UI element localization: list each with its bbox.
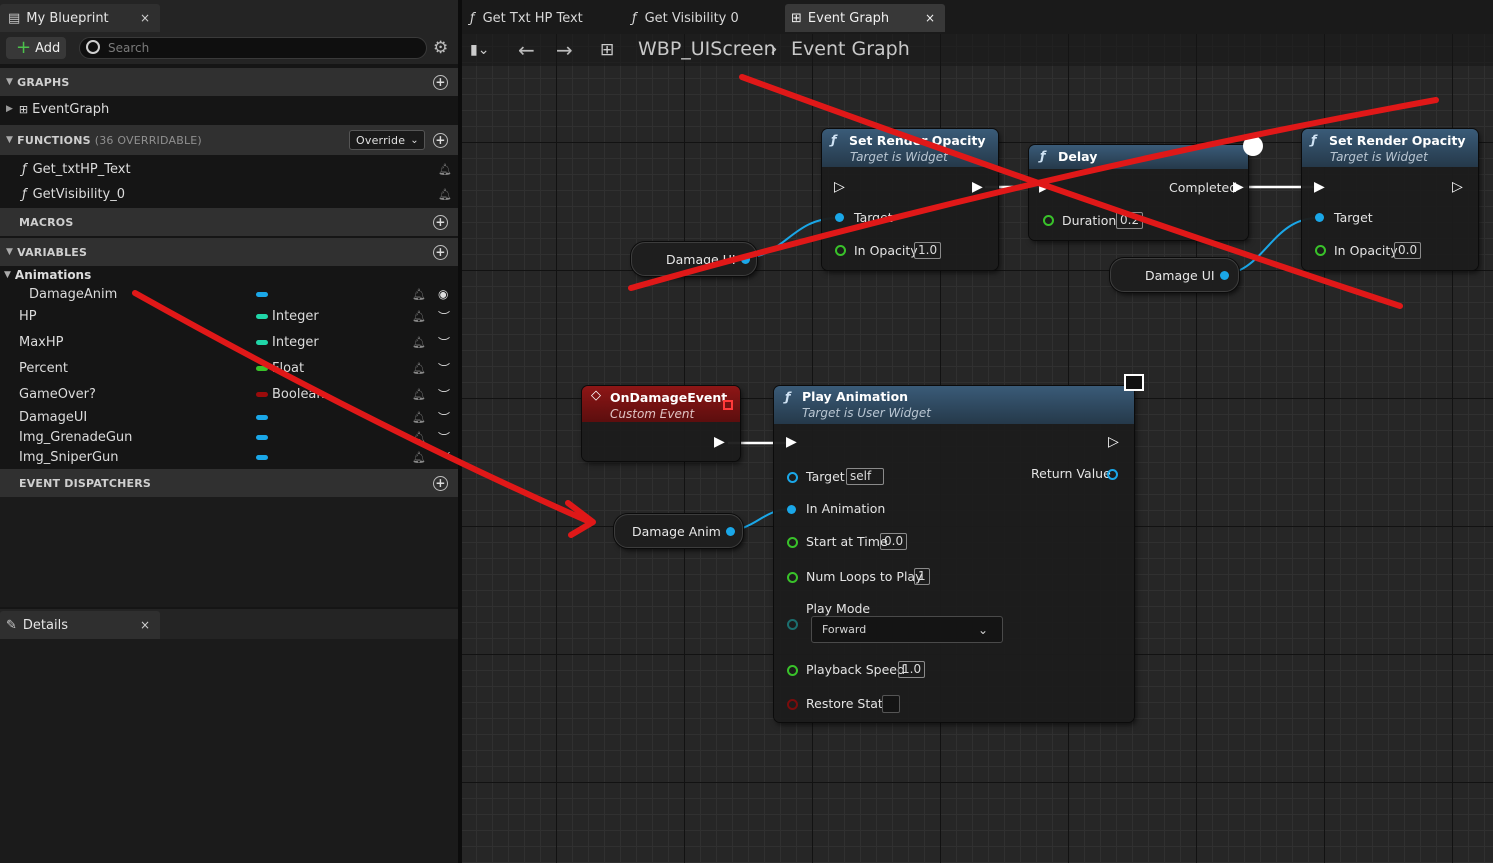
node-title: Play Animation — [802, 389, 909, 404]
function-icon: ƒ — [1311, 132, 1317, 147]
playback-speed-value[interactable]: 1.0 — [898, 661, 926, 678]
node-title: Set Render Opacity — [849, 133, 986, 148]
object-pin[interactable] — [740, 254, 750, 264]
restore-state-label: Restore State — [806, 696, 891, 711]
in-animation-label: In Animation — [806, 501, 886, 516]
play-mode-select[interactable]: Forward ⌄ — [811, 616, 1003, 643]
play-mode-pin[interactable] — [787, 619, 798, 630]
target-pin[interactable] — [835, 213, 844, 222]
exec-out-pin[interactable]: ▷ — [1108, 434, 1119, 450]
getter-damage-anim[interactable]: Damage Anim — [614, 514, 743, 548]
node-header: ƒ Play Animation Target is User Widget — [774, 386, 1134, 424]
wire-layer — [721, 185, 1319, 532]
node-play-animation[interactable]: ƒ Play Animation Target is User Widget ▶… — [774, 374, 1144, 722]
node-delay[interactable]: ƒ Delay ▶ Completed ▶ Duration 0.2 — [1029, 136, 1263, 240]
start-time-pin[interactable] — [787, 537, 798, 548]
node-title: Delay — [1058, 149, 1098, 164]
num-loops-label: Num Loops to Play — [806, 569, 923, 584]
target-label: Target — [854, 210, 893, 225]
duration-label: Duration — [1062, 213, 1117, 228]
opacity-label: In Opacity — [854, 243, 918, 258]
return-value-label: Return Value — [1031, 466, 1111, 481]
target-pin[interactable] — [787, 472, 798, 483]
restore-state-pin[interactable] — [787, 699, 798, 710]
exec-out-pin[interactable]: ▷ — [1452, 179, 1463, 195]
node-header: ƒ Set Render Opacity Target is Widget — [1302, 129, 1478, 167]
delegate-pin[interactable] — [723, 400, 733, 410]
clock-icon — [1243, 136, 1263, 156]
node-title: OnDamageEvent — [610, 390, 728, 405]
function-icon: ƒ — [785, 389, 791, 404]
start-time-value[interactable]: 0.0 — [880, 533, 908, 550]
play-mode-label: Play Mode — [806, 601, 871, 616]
exec-in-pin[interactable]: ▶ — [1314, 179, 1325, 195]
target-pin[interactable] — [1315, 213, 1324, 222]
exec-out-pin[interactable]: ▶ — [972, 179, 983, 195]
target-value[interactable]: self — [846, 468, 884, 485]
exec-in-pin[interactable]: ▷ — [834, 179, 845, 195]
exec-out-pin[interactable]: ▶ — [1233, 179, 1244, 195]
exec-out-pin[interactable]: ▶ — [714, 434, 725, 450]
play-mode-value: Forward — [822, 623, 867, 636]
duration-value[interactable]: 0.2 — [1116, 212, 1144, 229]
opacity-value[interactable]: 0.0 — [1394, 242, 1422, 259]
in-animation-pin[interactable] — [787, 505, 796, 514]
target-label: Target — [1334, 210, 1373, 225]
node-set-render-opacity[interactable]: ƒ Set Render Opacity Target is Widget ▶ … — [1302, 129, 1478, 270]
playback-speed-pin[interactable] — [787, 665, 798, 676]
completed-label: Completed — [1169, 180, 1238, 195]
function-icon: ƒ — [831, 132, 837, 147]
getter-label: Damage Anim — [632, 523, 721, 539]
node-header: ◇ OnDamageEvent Custom Event — [582, 386, 740, 422]
getter-damage-ui[interactable]: Damage UI — [631, 242, 757, 276]
getter-label: Damage UI — [666, 251, 736, 267]
node-header: ƒ Set Render Opacity Target is Widget — [822, 129, 998, 167]
node-on-damage-event[interactable]: ◇ OnDamageEvent Custom Event ▶ — [582, 386, 740, 461]
node-subtitle: Target is User Widget — [802, 406, 931, 420]
getter-damage-ui[interactable]: Damage UI — [1110, 258, 1239, 292]
num-loops-value[interactable]: 1 — [914, 568, 930, 585]
event-icon: ◇ — [591, 388, 601, 403]
function-icon: ƒ — [1040, 148, 1046, 163]
node-header: ƒ Delay — [1029, 145, 1248, 169]
playback-speed-label: Playback Speed — [806, 662, 905, 677]
target-label: Target — [806, 469, 845, 484]
opacity-value[interactable]: 1.0 — [914, 242, 942, 259]
node-set-render-opacity[interactable]: ƒ Set Render Opacity Target is Widget ▷ … — [822, 129, 998, 270]
object-pin[interactable] — [725, 526, 735, 536]
node-subtitle: Target is Widget — [850, 150, 948, 164]
restore-state-checkbox[interactable] — [882, 695, 900, 713]
node-title: Set Render Opacity — [1329, 133, 1466, 148]
node-subtitle: Custom Event — [610, 407, 695, 421]
return-value-pin[interactable] — [1107, 469, 1118, 480]
exec-in-pin[interactable]: ▶ — [786, 434, 797, 450]
object-pin[interactable] — [1219, 270, 1229, 280]
opacity-label: In Opacity — [1334, 243, 1398, 258]
num-loops-pin[interactable] — [787, 572, 798, 583]
getter-label: Damage UI — [1145, 267, 1215, 283]
duration-pin[interactable] — [1043, 215, 1054, 226]
node-subtitle: Target is Widget — [1330, 150, 1428, 164]
exec-in-pin[interactable]: ▶ — [1039, 179, 1050, 195]
chevron-down-icon: ⌄ — [977, 622, 988, 637]
opacity-pin[interactable] — [1315, 245, 1326, 256]
start-time-label: Start at Time — [806, 534, 888, 549]
monitor-icon — [1124, 374, 1144, 391]
opacity-pin[interactable] — [835, 245, 846, 256]
